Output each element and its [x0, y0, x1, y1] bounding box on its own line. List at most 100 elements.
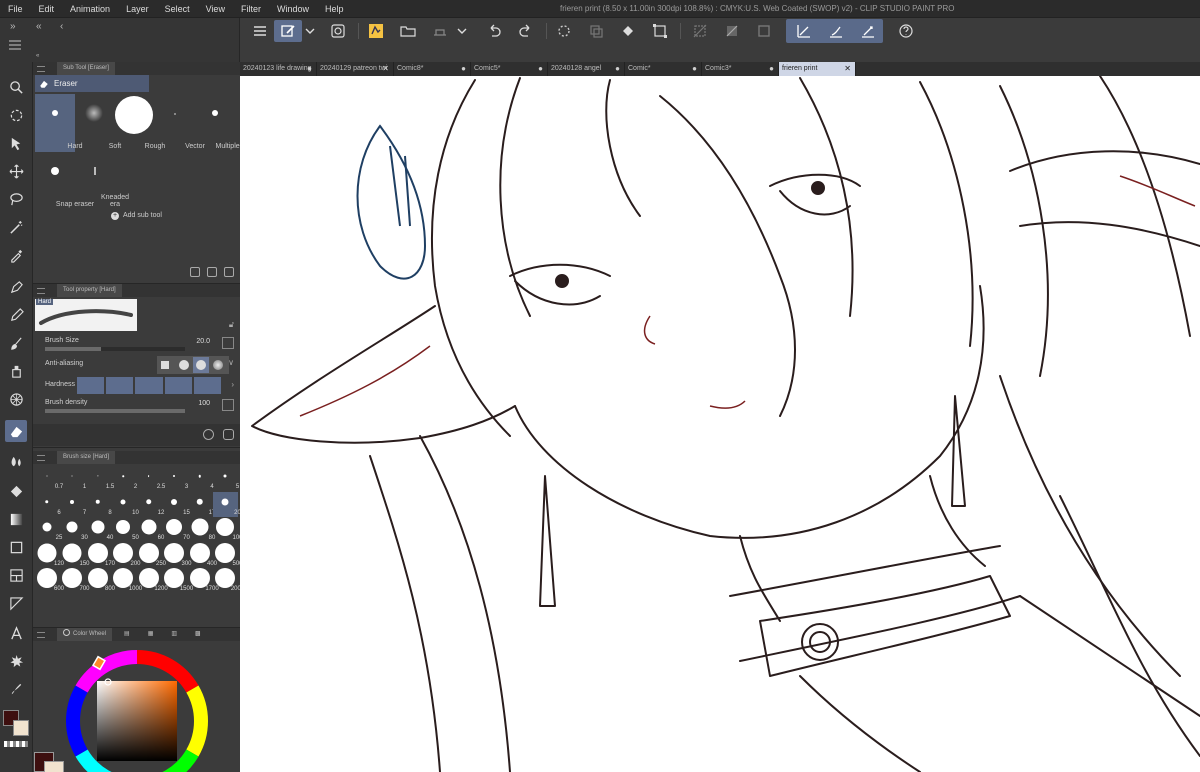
modified-dot-icon[interactable]: ● — [538, 62, 543, 76]
decoration-icon[interactable] — [5, 388, 27, 410]
color-slider-tab[interactable]: ▤ — [118, 628, 136, 641]
duplicate-icon[interactable] — [207, 267, 217, 277]
subtool-kneaded-eraser[interactable]: Kneaded era — [75, 152, 129, 210]
add-sub-tool-button[interactable]: + Add sub tool — [111, 212, 162, 220]
brush-size-option[interactable]: 1 — [60, 466, 86, 491]
edit-icon[interactable] — [274, 20, 302, 42]
sub-color-swatch-small[interactable] — [44, 761, 64, 772]
brush-size-option[interactable]: 2.5 — [136, 466, 165, 491]
download-icon[interactable] — [190, 267, 200, 277]
brush-size-option[interactable]: 6 — [34, 492, 61, 517]
subtool-snap-eraser[interactable]: Snap eraser — [35, 152, 94, 210]
tab-document[interactable]: Comic* ● — [625, 62, 702, 76]
pressure-settings-icon[interactable] — [222, 337, 234, 349]
menu-help[interactable]: Help — [317, 0, 352, 18]
drawing-canvas[interactable] — [240, 76, 1200, 772]
tab-document[interactable]: Comic8* ● — [394, 62, 471, 76]
tab-document[interactable]: Comic3* ● — [702, 62, 779, 76]
invert-selection-icon[interactable] — [718, 20, 746, 42]
brush-size-option[interactable]: 1500 — [162, 568, 193, 593]
brush-size-option[interactable]: 12 — [136, 492, 164, 517]
brush-size-option[interactable]: 100 — [213, 517, 243, 542]
brush-size-option[interactable]: 200 — [111, 542, 141, 568]
menu-view[interactable]: View — [198, 0, 233, 18]
menu-filter[interactable]: Filter — [233, 0, 269, 18]
tab-document-active[interactable]: frieren print ✕ — [779, 62, 856, 76]
intermediate-color-tab[interactable]: ▥ — [165, 628, 183, 641]
modified-dot-icon[interactable]: ● — [461, 62, 466, 76]
fill-icon[interactable] — [5, 480, 27, 502]
tab-document[interactable]: 20240123 life drawing ● — [240, 62, 317, 76]
eyedropper-icon[interactable] — [5, 244, 27, 266]
hardness-selector[interactable] — [77, 377, 222, 394]
brush-size-option[interactable]: 150 — [60, 543, 90, 568]
brush-size-option[interactable]: 170 — [85, 542, 115, 568]
brush-size-tab[interactable]: Brush size [Hard] — [57, 451, 116, 464]
open-folder-icon[interactable] — [394, 20, 422, 42]
subtool-rough[interactable]: Rough — [115, 94, 165, 152]
pressure-settings-icon[interactable] — [222, 399, 234, 411]
brush-density-slider[interactable] — [45, 409, 185, 413]
subtool-panel-tab[interactable]: Sub Tool [Eraser] — [57, 62, 115, 75]
brush-density-value[interactable]: 100 — [198, 400, 210, 407]
pen-icon[interactable] — [5, 276, 27, 298]
brush-size-slider[interactable] — [45, 347, 185, 351]
brush-size-option[interactable]: 15 — [162, 492, 190, 517]
saturation-value-square[interactable] — [97, 681, 177, 761]
brush-size-option[interactable]: 3 — [162, 466, 188, 491]
balloon-icon[interactable] — [5, 650, 27, 672]
selection-border-icon[interactable] — [750, 20, 778, 42]
save-icon[interactable] — [426, 20, 454, 42]
color-set-tab[interactable]: ▦ — [142, 628, 160, 641]
download-icon[interactable] — [203, 429, 214, 440]
menu-file[interactable]: File — [0, 0, 31, 18]
chevron-right-icon[interactable]: › — [231, 380, 234, 389]
brush-size-option[interactable]: 1700 — [187, 568, 219, 593]
pencil-icon[interactable] — [5, 304, 27, 326]
copy-icon[interactable] — [582, 20, 610, 42]
antialias-none[interactable] — [161, 361, 169, 369]
brush-size-option[interactable]: 10 — [111, 492, 139, 517]
tab-document[interactable]: 20240128 angel ● — [548, 62, 625, 76]
menu-animation[interactable]: Animation — [62, 0, 118, 18]
grip-icon[interactable] — [37, 287, 45, 294]
brush-size-option[interactable]: 5 — [213, 466, 239, 491]
grip-icon[interactable] — [37, 631, 45, 638]
antialias-selector[interactable] — [157, 356, 229, 374]
menu-edit[interactable]: Edit — [31, 0, 63, 18]
brush-size-option[interactable]: 500 — [213, 542, 243, 568]
brush-size-option[interactable]: 250 — [136, 542, 166, 568]
menu-layer[interactable]: Layer — [118, 0, 157, 18]
brush-icon[interactable] — [5, 332, 27, 354]
antialias-weak[interactable] — [179, 360, 189, 370]
brush-size-option[interactable]: 50 — [111, 517, 139, 542]
brush-size-option[interactable]: 2 — [111, 466, 137, 491]
close-icon[interactable]: ✕ — [844, 62, 851, 76]
grip-icon[interactable] — [37, 65, 45, 72]
brush-size-option[interactable]: 25 — [34, 517, 62, 542]
double-chevron-right-icon[interactable]: » — [10, 21, 16, 32]
chevron-left-icon[interactable]: « — [36, 53, 39, 59]
brush-size-option[interactable]: 1.5 — [85, 466, 114, 491]
modified-dot-icon[interactable]: ● — [615, 62, 620, 76]
sub-color-swatch[interactable] — [13, 720, 29, 736]
zoom-icon[interactable] — [5, 76, 27, 98]
brush-size-option[interactable]: 80 — [187, 517, 215, 542]
layer-icon[interactable] — [324, 20, 352, 42]
modified-dot-icon[interactable]: ● — [769, 62, 774, 76]
brush-size-option[interactable]: 800 — [85, 568, 115, 593]
color-wheel-tab[interactable]: Color Wheel — [57, 628, 113, 641]
brush-size-option[interactable]: 1000 — [111, 568, 142, 593]
chevron-down-icon[interactable] — [300, 20, 320, 42]
wrench-icon[interactable] — [223, 429, 234, 440]
brush-size-option[interactable]: 7 — [60, 492, 86, 517]
menu-select[interactable]: Select — [157, 0, 198, 18]
move-icon[interactable] — [5, 160, 27, 182]
undo-icon[interactable] — [480, 20, 508, 42]
trash-icon[interactable] — [224, 267, 234, 277]
rotate-icon[interactable] — [5, 104, 27, 126]
transform-icon[interactable] — [646, 20, 674, 42]
deselect-icon[interactable] — [686, 20, 714, 42]
modified-dot-icon[interactable]: ● — [307, 62, 312, 76]
brush-size-option[interactable]: 600 — [34, 568, 64, 593]
